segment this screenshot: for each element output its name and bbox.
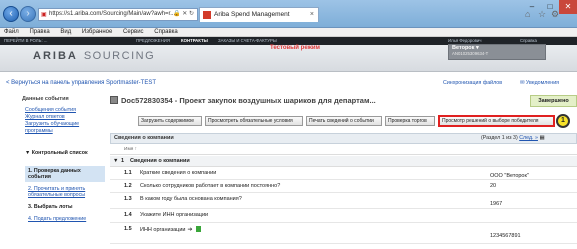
browser-titlebar: ‹ › ▣ https://s1.ariba.com/Sourcing/Main… <box>0 0 577 28</box>
menu-file[interactable]: Файл <box>4 29 19 35</box>
sync-files-link[interactable]: Синхронизация файлов <box>443 80 502 86</box>
table-row: 1.5 ИНН организации ➔ 1234567891 <box>110 224 577 244</box>
brand-product: SOURCING <box>83 50 156 62</box>
row-num: 1.2 <box>124 183 132 189</box>
document-icon <box>110 96 118 104</box>
collapse-triangle-icon[interactable]: ▼ <box>25 150 32 156</box>
group-collapse-icon[interactable]: ▼ <box>113 158 118 164</box>
group-num: 1 <box>121 158 125 164</box>
check-bids-button[interactable]: Проверка торгов <box>385 116 435 126</box>
notifications-link[interactable]: ✉ Уведомления <box>520 80 559 86</box>
back-to-dashboard-link[interactable]: < Вернуться на панель управления Sportma… <box>6 80 156 86</box>
step-accept-questions[interactable]: 2. Прочитать и принять обязательные вопр… <box>25 184 105 200</box>
menu-favorites[interactable]: Избранное <box>82 29 112 35</box>
row-question: ИНН организации ➔ <box>140 226 390 234</box>
test-mode-label: Тестовый режим <box>270 45 320 51</box>
grid-options-icon[interactable]: ▦ <box>539 135 544 141</box>
table-row: 1.4 Укажите ИНН организации <box>110 210 577 223</box>
row-num: 1.3 <box>124 196 132 202</box>
download-content-button[interactable]: Загрузить содержимое <box>138 116 202 126</box>
nav-proposals[interactable]: ПРЕДЛОЖЕНИЯ <box>136 38 170 43</box>
column-header[interactable]: Имя ↑ <box>110 147 577 155</box>
notifications-label: Уведомления <box>525 80 560 86</box>
supplier-selector[interactable]: Веторок ▾ AN01025309634-T <box>448 44 546 60</box>
minimize-icon[interactable]: – <box>523 0 541 14</box>
browser-tab[interactable]: Ariba Spend Management × <box>199 7 319 22</box>
address-controls-icon[interactable]: 🔒 ✕ ↻ <box>173 9 194 20</box>
nav-orders-invoices[interactable]: ЗАКАЗЫ И СЧЕТА-ФАКТУРЫ <box>218 38 277 43</box>
ariba-logo: ARIBA SOURCING <box>33 50 155 62</box>
section-header: Сведения о компании (Раздел 1 из 3) След… <box>110 133 577 144</box>
table-row: 1.3 В каком году была основана компания?… <box>110 194 577 209</box>
sidebar-title: Данные события <box>22 96 69 102</box>
ariba-favicon-icon <box>203 11 211 19</box>
brand-name: ARIBA <box>33 50 78 62</box>
row-question: Краткие сведения о компании <box>140 170 217 176</box>
tab-title: Ariba Spend Management <box>214 11 290 18</box>
group-row[interactable]: ▼ 1 Сведения о компании <box>110 156 577 167</box>
attachment-icon[interactable] <box>195 226 201 232</box>
column-name-label: Имя ↑ <box>124 147 138 152</box>
step-submit-proposal[interactable]: 4. Подать предложение <box>25 214 105 224</box>
nav-switch-role[interactable]: ПЕРЕЙТИ В РОЛЬ: ... <box>4 38 47 43</box>
row-answer: 1234567891 <box>490 233 521 239</box>
table-row: 1.2 Сколько сотрудников работает в компа… <box>110 181 577 193</box>
row-question: В каком году была основана компания? <box>140 196 242 202</box>
menu-tools[interactable]: Сервис <box>123 29 144 35</box>
nav-user-link[interactable]: Илья Федорович <box>448 38 482 43</box>
arrow-right-icon: ➔ <box>187 227 193 233</box>
sidebar-link-messages[interactable]: Сообщения события <box>25 107 105 114</box>
step-review-event[interactable]: 1. Проверка данных события <box>25 166 105 182</box>
nav-help[interactable]: Справка <box>520 38 537 43</box>
checklist-title-label: Контрольный список <box>31 150 88 156</box>
callout-marker: 1 <box>556 114 570 128</box>
browser-menubar: Файл Правка Вид Избранное Сервис Справка <box>0 28 577 37</box>
print-event-button[interactable]: Печать сведений о событии <box>306 116 382 126</box>
back-arrow-icon[interactable]: ‹ <box>3 6 19 22</box>
address-bar[interactable]: ▣ https://s1.ariba.com/Sourcing/Main/aw?… <box>38 8 198 21</box>
menu-view[interactable]: Вид <box>60 29 71 35</box>
row-question-text: ИНН организации <box>140 227 186 233</box>
address-url: https://s1.ariba.com/Sourcing/Main/aw?aw… <box>49 11 176 17</box>
forward-arrow-icon[interactable]: › <box>20 6 36 22</box>
menu-help[interactable]: Справка <box>154 29 178 35</box>
status-tab[interactable]: Завершено <box>530 95 577 107</box>
supplier-code: AN01025309634-T <box>452 51 489 56</box>
doc-title: Doc572830354 - Проект закупок воздушных … <box>110 96 376 105</box>
row-num: 1.5 <box>124 226 132 232</box>
next-section-link[interactable]: След. » <box>519 135 538 141</box>
row-answer: 20 <box>490 183 497 189</box>
menu-edit[interactable]: Правка <box>29 29 49 35</box>
sidebar-link-response-log[interactable]: Журнал ответов <box>25 114 105 121</box>
close-window-icon[interactable]: ✕ <box>559 0 577 14</box>
section-pager: (Раздел 1 из 3) След. » ▦ <box>481 135 544 141</box>
row-answer: 1967 <box>490 201 503 207</box>
site-icon: ▣ <box>41 12 47 18</box>
row-answer: ООО "Веторок" <box>490 173 529 179</box>
view-terms-button[interactable]: Просмотреть обязательные условия <box>205 116 303 126</box>
step-select-lots[interactable]: 3. Выбрать лоты <box>25 202 105 212</box>
group-title: Сведения о компании <box>130 158 190 164</box>
row-question: Укажите ИНН организации <box>140 212 209 218</box>
nav-contracts[interactable]: КОНТРАКТЫ <box>181 38 208 43</box>
doc-title-text: Doc572830354 - Проект закупок воздушных … <box>121 96 376 105</box>
sidebar-link-download-training[interactable]: Загрузить обучающие программы <box>25 121 105 135</box>
section-pager-text: (Раздел 1 из 3) <box>481 135 518 141</box>
checklist-title: ▼ Контрольный список <box>25 150 95 156</box>
row-num: 1.4 <box>124 212 132 218</box>
checklist-steps: 1. Проверка данных события 2. Прочитать … <box>25 166 105 226</box>
row-question: Сколько сотрудников работает в компании … <box>140 183 281 189</box>
tab-close-icon[interactable]: × <box>310 8 314 22</box>
table-row: 1.1 Краткие сведения о компании ООО "Вет… <box>110 168 577 180</box>
view-winner-decisions-button[interactable]: Просмотр решений о выборе победителя <box>438 115 555 127</box>
section-title: Сведения о компании <box>114 135 174 141</box>
sync-files-label: Синхронизация файлов <box>443 80 503 86</box>
maximize-icon[interactable]: □ <box>541 0 559 14</box>
sidebar-links: Сообщения события Журнал ответов Загрузи… <box>25 107 105 135</box>
row-num: 1.1 <box>124 170 132 176</box>
